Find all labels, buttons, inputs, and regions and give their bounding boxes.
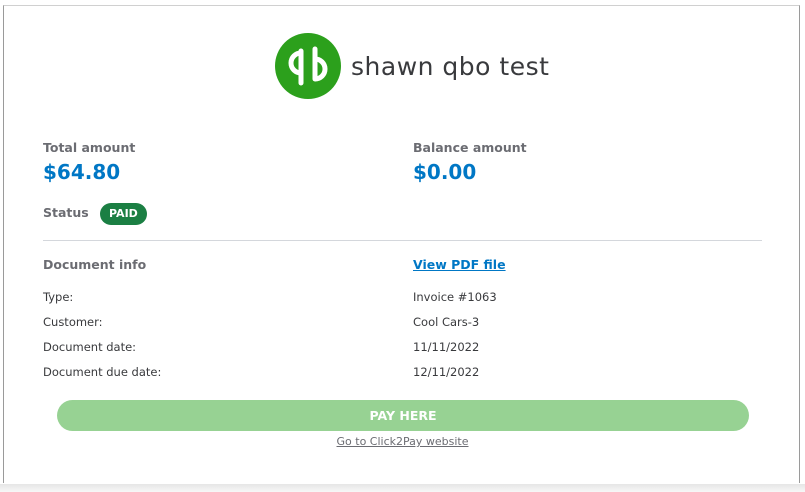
due-date-value: 12/11/2022 bbox=[413, 365, 480, 379]
balance-amount-value: $0.00 bbox=[413, 160, 477, 184]
due-date-label: Document due date: bbox=[43, 365, 162, 379]
customer-label: Customer: bbox=[43, 315, 103, 329]
type-label: Type: bbox=[43, 290, 74, 304]
bottom-shadow bbox=[0, 484, 805, 492]
document-date-label: Document date: bbox=[43, 340, 137, 354]
company-header: shawn qbo test bbox=[275, 32, 549, 100]
pay-here-button[interactable]: PAY HERE bbox=[57, 400, 749, 431]
document-date-value: 11/11/2022 bbox=[413, 340, 480, 354]
quickbooks-logo-icon bbox=[275, 33, 341, 99]
status-badge: PAID bbox=[100, 203, 147, 225]
type-value: Invoice #1063 bbox=[413, 290, 497, 304]
company-name: shawn qbo test bbox=[351, 51, 550, 81]
total-amount-value: $64.80 bbox=[43, 160, 121, 184]
status-label: Status bbox=[43, 205, 89, 220]
customer-value: Cool Cars-3 bbox=[413, 315, 480, 329]
click2pay-link[interactable]: Go to Click2Pay website bbox=[337, 435, 469, 448]
total-amount-label: Total amount bbox=[43, 140, 136, 155]
balance-amount-label: Balance amount bbox=[413, 140, 527, 155]
divider bbox=[43, 240, 762, 241]
view-pdf-link[interactable]: View PDF file bbox=[413, 257, 506, 272]
document-info-title: Document info bbox=[43, 257, 147, 272]
click2pay-link-row: Go to Click2Pay website bbox=[0, 435, 805, 448]
